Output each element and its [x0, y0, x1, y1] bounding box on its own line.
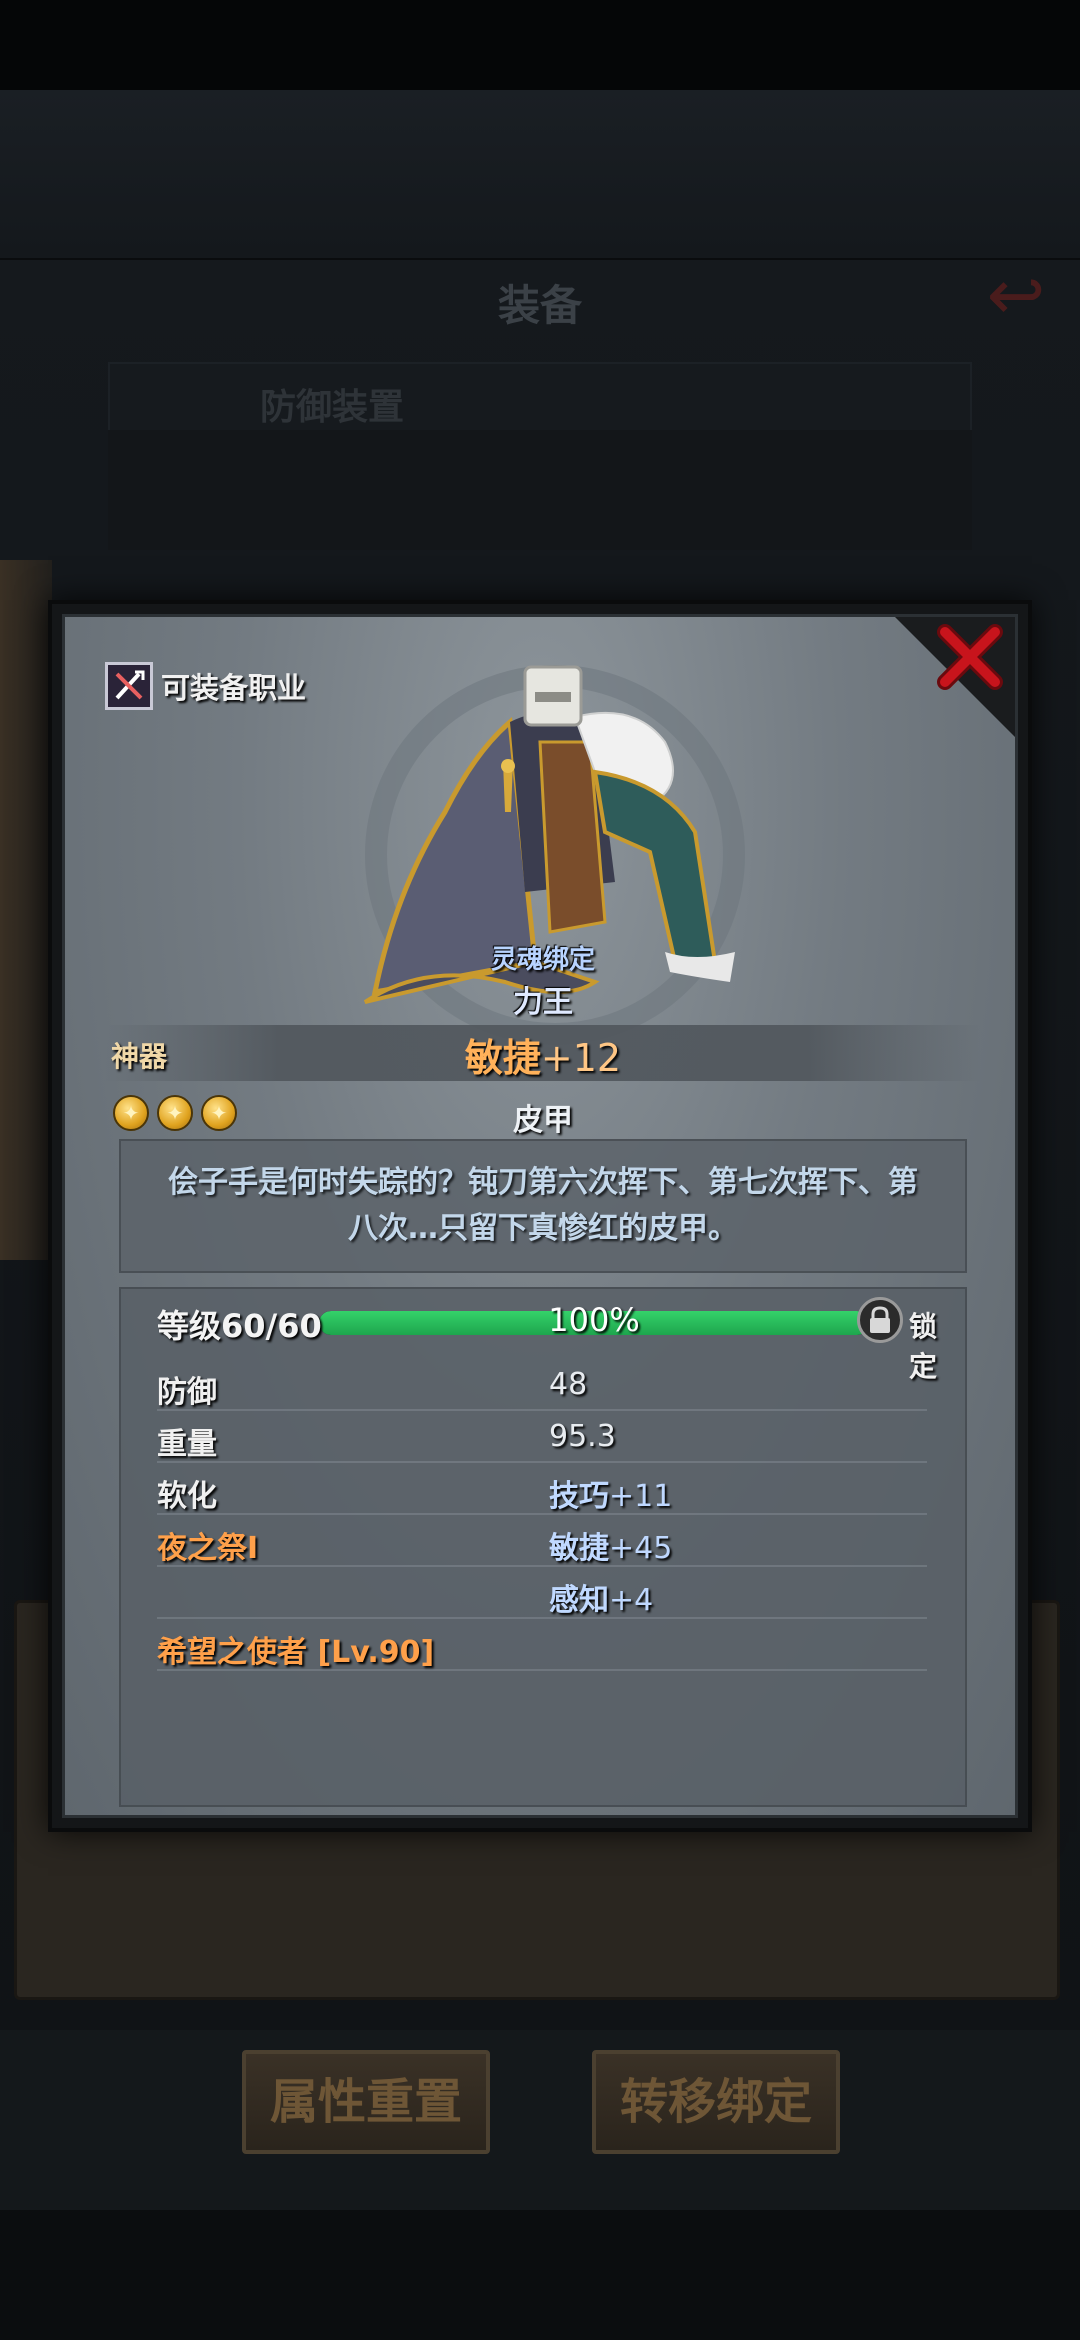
set-label: 希望之使者 [Lv.90]	[157, 1635, 435, 1670]
stat-name: 重量	[157, 1427, 217, 1462]
stat-bonus-value: +4	[609, 1583, 654, 1618]
equippable-class-label: 可装备职业	[161, 671, 307, 705]
stat-bonus-value: +11	[609, 1479, 673, 1514]
background-slot-label: 防御装置	[260, 387, 405, 428]
background-header	[0, 90, 1080, 260]
stat-value: 敏捷+45	[549, 1523, 672, 1567]
stat-row: 夜之祭I 敏捷+45	[157, 1515, 927, 1567]
background-title: 装备	[497, 281, 582, 330]
stat-value: 感知+4	[549, 1575, 653, 1619]
main-stat: 敏捷+12	[65, 1027, 1021, 1082]
level-label: 等级	[157, 1307, 222, 1345]
set-row: 希望之使者 [Lv.90]	[157, 1619, 927, 1671]
stat-row: 防御 48	[157, 1359, 927, 1411]
lock-icon[interactable]	[857, 1297, 903, 1343]
equippable-class-row[interactable]: 可装备职业	[105, 661, 306, 711]
stat-value: 95.3	[549, 1419, 616, 1454]
stat-row: 软化 技巧+11	[157, 1463, 927, 1515]
background-bottom	[0, 2210, 1080, 2340]
close-button[interactable]	[915, 607, 1025, 707]
close-icon	[937, 624, 1003, 690]
level-text: 等级60/60	[157, 1301, 322, 1347]
item-type: 皮甲	[513, 1103, 573, 1138]
level-value: 60/60	[221, 1307, 322, 1345]
transfer-bind-button[interactable]: 转移绑定	[592, 2050, 840, 2154]
description-box: 侩子手是何时失踪的？钝刀第六次挥下、第七次挥下、第八次…只留下真惨红的皮甲。	[119, 1139, 967, 1273]
stat-name: 防御	[157, 1375, 217, 1410]
class-icon	[105, 662, 153, 710]
stat-name: 软化	[157, 1479, 217, 1514]
background-button-bar	[0, 2030, 1080, 2210]
main-stat-value: +12	[540, 1036, 622, 1080]
stat-name: 夜之祭I	[157, 1531, 259, 1566]
back-arrow-icon: ↩	[986, 254, 1046, 336]
main-stat-name: 敏捷	[464, 1036, 541, 1080]
item-detail-modal: 可装备职业 灵魂绑定 力王 神器 敏捷+12 ✦ ✦ ✦ 皮甲 侩子手是何时失踪的？	[48, 600, 1032, 1832]
stats-box: 等级60/60 100% 锁定 防御 48 重量 95.3 软化 技巧+11 夜…	[119, 1287, 967, 1807]
level-row: 等级60/60 100% 锁定	[157, 1297, 957, 1383]
stat-value: 技巧+11	[549, 1471, 672, 1515]
level-progress-text: 100%	[548, 1301, 640, 1339]
stat-value: 48	[549, 1367, 588, 1402]
status-bar-area	[0, 0, 1080, 90]
stat-bonus-name: 感知	[549, 1583, 609, 1618]
stat-bonus-value: +45	[609, 1531, 673, 1566]
bind-status: 灵魂绑定	[490, 945, 595, 975]
background-slot-detail	[108, 430, 972, 550]
background-character-edge	[0, 560, 52, 1260]
stat-row: 重量 95.3	[157, 1411, 927, 1463]
stat-bonus-name: 敏捷	[549, 1531, 609, 1566]
item-detail-panel: 可装备职业 灵魂绑定 力王 神器 敏捷+12 ✦ ✦ ✦ 皮甲 侩子手是何时失踪的？	[62, 614, 1018, 1818]
background-slot-row: 防御装置	[108, 362, 972, 434]
item-description: 侩子手是何时失踪的？钝刀第六次挥下、第七次挥下、第八次…只留下真惨红的皮甲。	[168, 1165, 918, 1246]
item-name: 力王	[513, 985, 573, 1020]
stat-row: 感知+4	[157, 1567, 927, 1619]
attribute-reset-button[interactable]: 属性重置	[242, 2050, 490, 2154]
stat-bonus-name: 技巧	[549, 1479, 609, 1514]
